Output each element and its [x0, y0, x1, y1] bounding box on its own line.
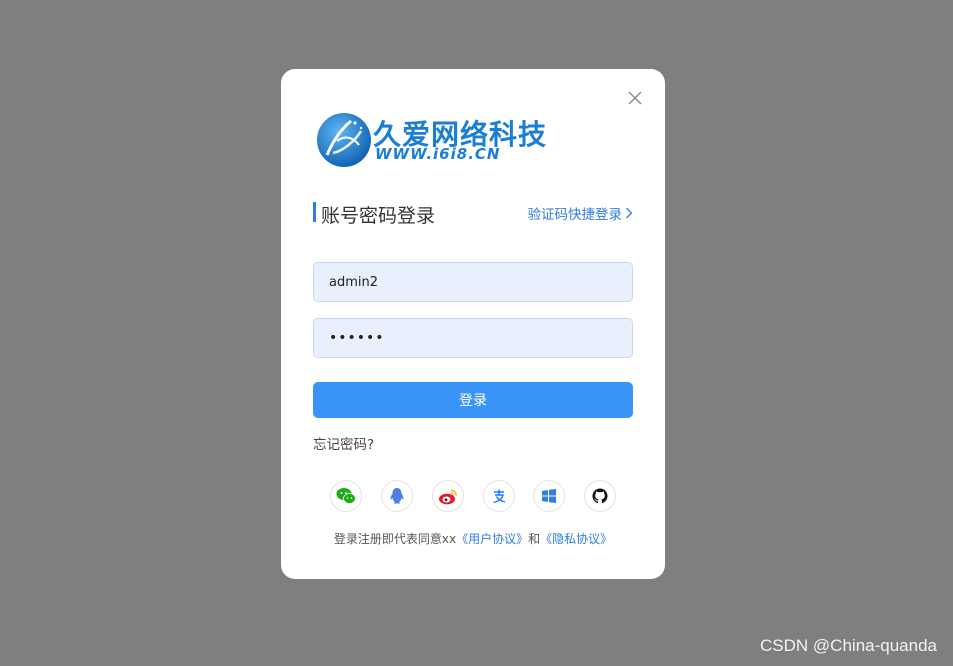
- weibo-icon[interactable]: [432, 480, 464, 512]
- alipay-icon[interactable]: [483, 480, 515, 512]
- login-modal: 久爱网络科技 WWW.i6i8.CN 账号密码登录 验证码快捷登录 admin2…: [281, 69, 665, 579]
- sms-login-link[interactable]: 验证码快捷登录: [528, 203, 634, 223]
- social-login-row: [330, 480, 616, 514]
- title-accent-bar: [313, 202, 316, 222]
- close-icon[interactable]: [625, 88, 645, 108]
- login-header: 账号密码登录 验证码快捷登录: [313, 201, 634, 227]
- agreement-and: 和: [528, 532, 541, 546]
- watermark: CSDN @China-quanda: [760, 636, 937, 655]
- agreement-prefix: 登录注册即代表同意xx: [333, 532, 457, 546]
- qq-icon[interactable]: [381, 480, 413, 512]
- company-logo: 久爱网络科技 WWW.i6i8.CN: [315, 109, 546, 169]
- github-icon[interactable]: [584, 480, 616, 512]
- sms-login-label: 验证码快捷登录: [527, 207, 623, 223]
- agreement-text: 登录注册即代表同意xx《用户协议》和《隐私协议》: [281, 530, 665, 547]
- logo-emblem-icon: [317, 113, 371, 167]
- password-input[interactable]: ••••••: [313, 318, 633, 358]
- forgot-password-link[interactable]: 忘记密码?: [313, 433, 374, 453]
- chevron-right-icon: [625, 207, 633, 223]
- username-input[interactable]: admin2: [313, 262, 633, 302]
- page-title: 账号密码登录: [321, 205, 436, 227]
- windows-icon[interactable]: [533, 480, 565, 512]
- privacy-agreement-link[interactable]: 《隐私协议》: [540, 532, 612, 546]
- logo-url: WWW.i6i8.CN: [375, 145, 501, 163]
- user-agreement-link[interactable]: 《用户协议》: [456, 532, 528, 546]
- wechat-icon[interactable]: [330, 480, 362, 512]
- login-button[interactable]: 登录: [313, 382, 633, 418]
